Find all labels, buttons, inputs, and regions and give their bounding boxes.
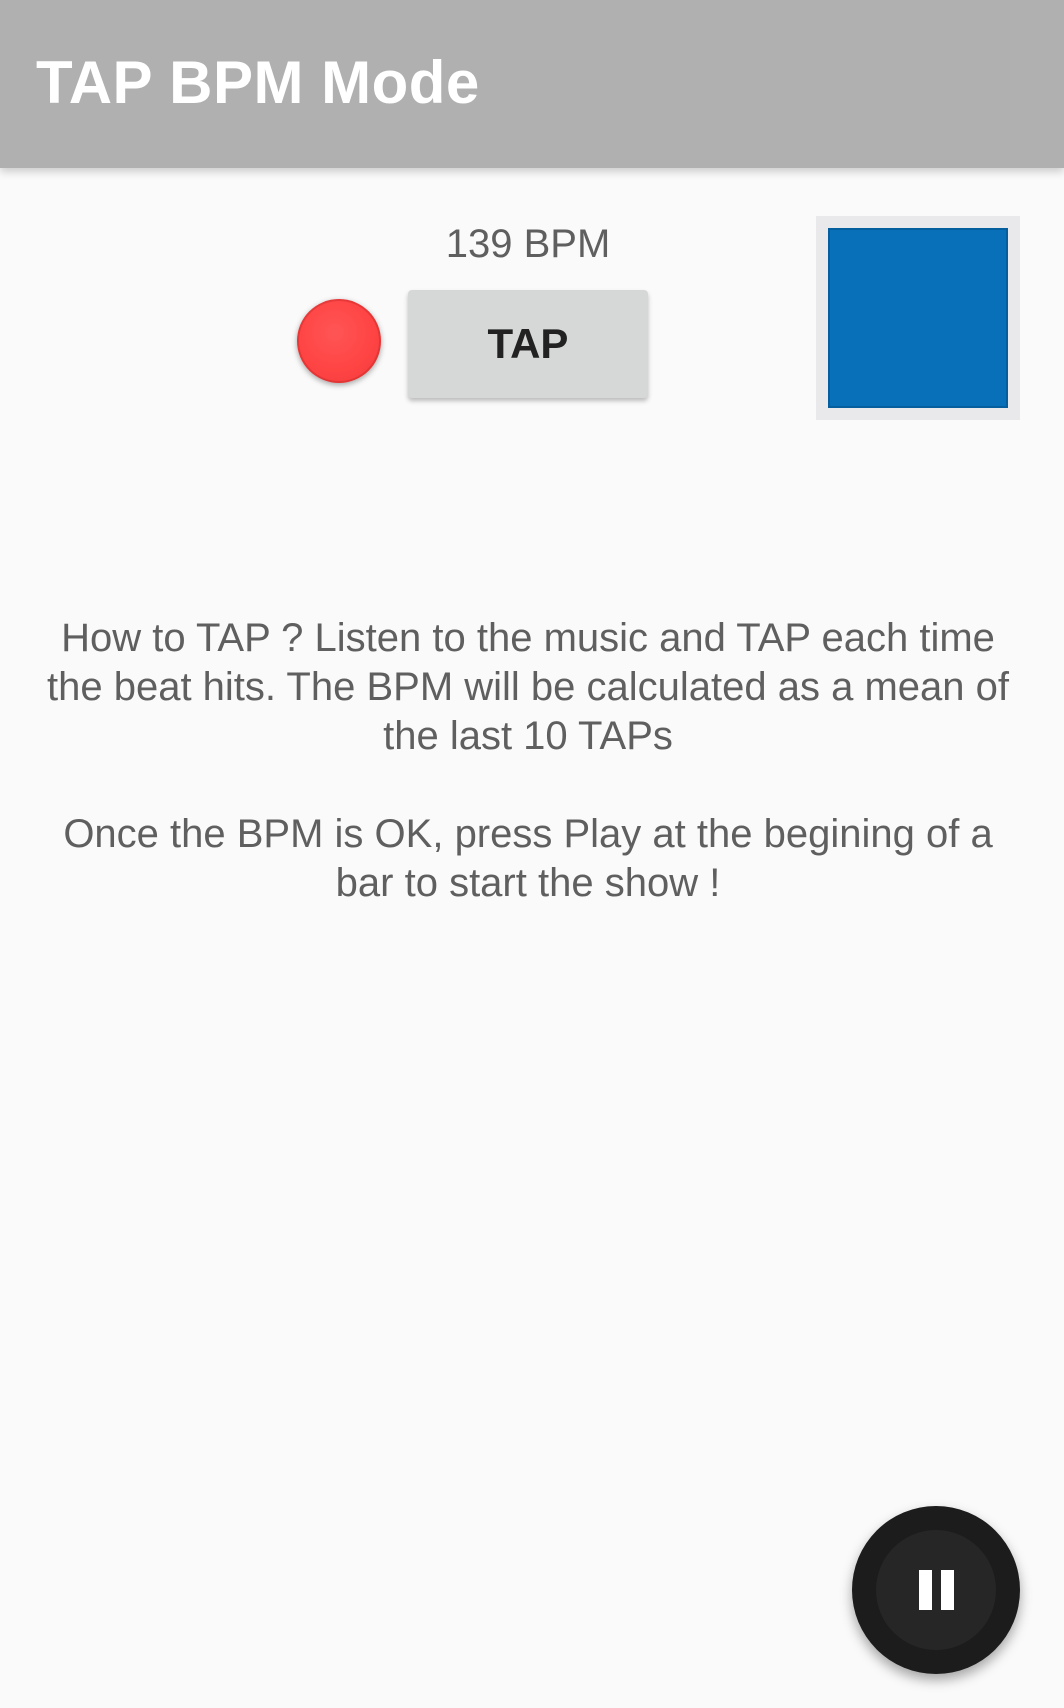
pause-button[interactable] (852, 1506, 1020, 1674)
beat-square-frame (816, 216, 1020, 420)
beat-square (828, 228, 1008, 408)
page-title: TAP BPM Mode (36, 49, 480, 116)
instructions: How to TAP ? Listen to the music and TAP… (30, 614, 1026, 908)
app-bar: TAP BPM Mode (0, 0, 1064, 168)
pause-icon (918, 1570, 954, 1610)
instructions-paragraph-1: How to TAP ? Listen to the music and TAP… (46, 616, 1009, 758)
beat-indicator-dot (297, 299, 381, 383)
tap-button[interactable]: TAP (408, 290, 648, 398)
instructions-paragraph-2: Once the BPM is OK, press Play at the be… (63, 812, 993, 905)
pause-button-inner (876, 1530, 996, 1650)
pause-icon-bar-left (918, 1570, 932, 1610)
pause-icon-bar-right (940, 1570, 954, 1610)
